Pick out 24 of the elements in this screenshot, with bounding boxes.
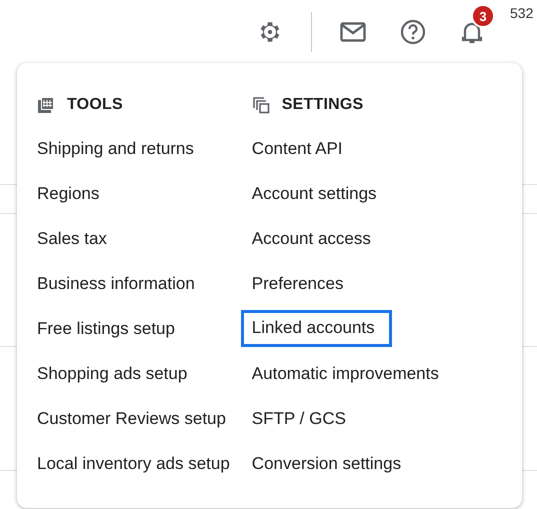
menu-item[interactable]: Sales tax — [37, 223, 107, 254]
menu-item[interactable]: SFTP / GCS — [252, 403, 346, 434]
menu-item[interactable]: Conversion settings — [252, 448, 402, 479]
grid-icon — [37, 96, 55, 114]
section-heading: TOOLS — [67, 96, 123, 114]
notification-badge: 3 — [471, 4, 495, 28]
help-icon[interactable] — [400, 19, 426, 45]
menu-item[interactable]: Content API — [252, 133, 343, 164]
menu-item[interactable]: Shopping ads setup — [37, 358, 188, 389]
menu-item[interactable]: Automatic improvements — [252, 358, 439, 389]
copy-icon — [252, 96, 270, 114]
section-heading: SETTINGS — [282, 96, 364, 114]
number-text: 532 — [510, 5, 534, 21]
menu-item[interactable]: Account access — [252, 223, 371, 254]
menu-item[interactable]: Customer Reviews setup — [37, 403, 226, 434]
menu-item[interactable]: Regions — [37, 178, 100, 209]
menu-item[interactable]: Shipping and returns — [37, 133, 194, 164]
mail-icon[interactable] — [339, 20, 367, 44]
menu-item[interactable]: Free listings setup — [37, 313, 175, 344]
menu-item[interactable]: Business information — [37, 268, 195, 299]
menu-item[interactable]: Account settings — [252, 178, 377, 209]
menu-item[interactable]: Preferences — [252, 268, 344, 299]
menu-item[interactable]: Local inventory ads setup — [37, 448, 230, 479]
menu-item[interactable]: Linked accounts — [244, 313, 389, 344]
